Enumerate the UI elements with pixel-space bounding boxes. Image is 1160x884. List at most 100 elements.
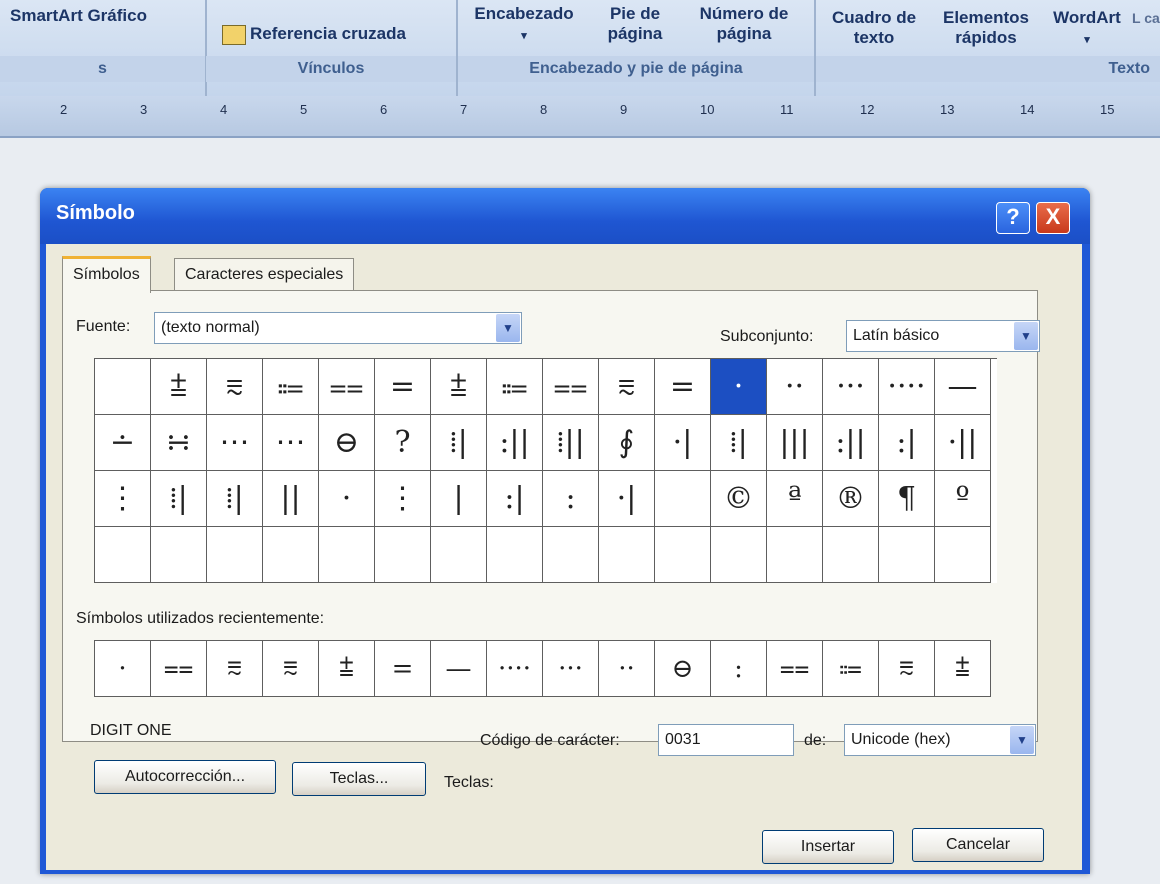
symbol-cell[interactable]: ⁞|: [207, 471, 263, 527]
character-code-input[interactable]: 0031: [658, 724, 794, 756]
symbol-cell[interactable]: ⩲: [431, 359, 487, 415]
symbol-cell[interactable]: :||: [487, 415, 543, 471]
recent-symbol-cell[interactable]: —: [431, 641, 487, 697]
symbol-cell[interactable]: ⋮: [95, 471, 151, 527]
symbol-cell[interactable]: ⋮: [375, 471, 431, 527]
symbol-cell[interactable]: [151, 527, 207, 583]
symbol-cell[interactable]: ⩳: [599, 359, 655, 415]
font-select[interactable]: (texto normal) ▼: [154, 312, 522, 344]
symbol-cell[interactable]: ⁞|: [151, 471, 207, 527]
symbol-cell[interactable]: [487, 527, 543, 583]
recent-symbol-cell[interactable]: ⩲: [319, 641, 375, 697]
recent-symbol-cell[interactable]: ··: [599, 641, 655, 697]
recent-symbol-cell[interactable]: ⩳: [263, 641, 319, 697]
symbol-cell[interactable]: º: [935, 471, 991, 527]
recent-symbol-cell[interactable]: ⩵: [767, 641, 823, 697]
recent-symbol-cell[interactable]: ⩲: [935, 641, 991, 697]
subset-select[interactable]: Latín básico ▼: [846, 320, 1040, 352]
textbox-button[interactable]: Cuadro de texto: [824, 8, 924, 48]
dropcap-button[interactable]: L cap: [1132, 8, 1160, 28]
smartart-button[interactable]: SmartArt Gráfico: [10, 6, 147, 26]
symbol-cell[interactable]: [767, 527, 823, 583]
symbol-cell[interactable]: ⊖: [319, 415, 375, 471]
symbol-cell[interactable]: ⩵: [543, 359, 599, 415]
symbol-cell[interactable]: |: [431, 471, 487, 527]
symbol-cell[interactable]: ⋯: [263, 415, 319, 471]
recent-symbol-cell[interactable]: ⩴: [823, 641, 879, 697]
symbol-cell[interactable]: [543, 527, 599, 583]
symbol-cell[interactable]: ?: [375, 415, 431, 471]
symbol-cell[interactable]: ⩴: [263, 359, 319, 415]
recent-symbol-cell[interactable]: ⊖: [655, 641, 711, 697]
symbol-cell[interactable]: ···: [823, 359, 879, 415]
symbol-cell[interactable]: ¶: [879, 471, 935, 527]
symbol-cell[interactable]: [95, 359, 151, 415]
footer-button[interactable]: Pie de página: [590, 4, 680, 44]
cancel-button[interactable]: Cancelar: [912, 828, 1044, 862]
symbol-cell[interactable]: ª: [767, 471, 823, 527]
help-button[interactable]: ?: [996, 202, 1030, 234]
from-select[interactable]: Unicode (hex) ▼: [844, 724, 1036, 756]
dialog-titlebar[interactable]: Símbolo ? X: [40, 188, 1090, 244]
recent-symbol-cell[interactable]: ⩳: [879, 641, 935, 697]
symbol-cell[interactable]: ⩴: [487, 359, 543, 415]
recent-symbol-cell[interactable]: ···: [543, 641, 599, 697]
symbol-cell[interactable]: =: [655, 359, 711, 415]
horizontal-ruler[interactable]: 2 3 4 5 6 7 8 9 10 11 12 13 14 15: [0, 96, 1160, 138]
symbol-cell[interactable]: ⩵: [319, 359, 375, 415]
symbol-cell[interactable]: :|: [879, 415, 935, 471]
symbol-cell[interactable]: ·|: [655, 415, 711, 471]
symbol-cell[interactable]: ··: [767, 359, 823, 415]
shortcut-keys-button[interactable]: Teclas...: [292, 762, 426, 796]
symbol-cell[interactable]: ⩲: [151, 359, 207, 415]
symbol-cell-selected[interactable]: ·: [711, 359, 767, 415]
symbol-cell[interactable]: ∮: [599, 415, 655, 471]
recent-symbol-cell[interactable]: ····: [487, 641, 543, 697]
subset-select-chevron-down-icon[interactable]: ▼: [1014, 322, 1038, 350]
tab-special-characters[interactable]: Caracteres especiales: [174, 258, 355, 291]
symbol-cell[interactable]: [599, 527, 655, 583]
symbol-cell[interactable]: ⁞|: [711, 415, 767, 471]
header-button[interactable]: Encabezado ▾: [468, 4, 580, 46]
symbol-cell[interactable]: [711, 527, 767, 583]
symbol-cell[interactable]: ∺: [151, 415, 207, 471]
symbol-cell[interactable]: [879, 527, 935, 583]
symbol-cell[interactable]: :: [543, 471, 599, 527]
symbol-cell[interactable]: ·|: [599, 471, 655, 527]
symbol-cell[interactable]: [95, 527, 151, 583]
symbol-cell[interactable]: |||: [767, 415, 823, 471]
font-select-chevron-down-icon[interactable]: ▼: [496, 314, 520, 342]
symbol-cell[interactable]: ····: [879, 359, 935, 415]
symbol-cell[interactable]: ||: [263, 471, 319, 527]
recent-symbol-cell[interactable]: =: [375, 641, 431, 697]
autocorrect-button[interactable]: Autocorrección...: [94, 760, 276, 794]
symbol-cell[interactable]: ⋯: [207, 415, 263, 471]
cross-reference-button[interactable]: Referencia cruzada: [222, 24, 406, 45]
wordart-button[interactable]: WordArt ▾: [1046, 8, 1128, 50]
symbol-cell[interactable]: :|: [487, 471, 543, 527]
symbol-cell[interactable]: [375, 527, 431, 583]
symbol-cell[interactable]: ⩳: [207, 359, 263, 415]
recent-symbol-cell[interactable]: ·: [95, 641, 151, 697]
symbol-cell[interactable]: [935, 527, 991, 583]
symbol-cell[interactable]: ©: [711, 471, 767, 527]
symbol-cell[interactable]: ⁞||: [543, 415, 599, 471]
recent-symbol-cell[interactable]: ⩵: [151, 641, 207, 697]
insert-button[interactable]: Insertar: [762, 830, 894, 864]
symbol-cell[interactable]: ∸: [95, 415, 151, 471]
symbol-cell[interactable]: ⁞|: [431, 415, 487, 471]
page-number-button[interactable]: Número de página: [684, 4, 804, 44]
symbol-cell[interactable]: [655, 527, 711, 583]
symbol-cell[interactable]: :||: [823, 415, 879, 471]
symbol-cell[interactable]: [823, 527, 879, 583]
recent-symbol-cell[interactable]: :: [711, 641, 767, 697]
recent-symbol-cell[interactable]: ⩳: [207, 641, 263, 697]
close-button[interactable]: X: [1036, 202, 1070, 234]
symbol-cell[interactable]: ·||: [935, 415, 991, 471]
from-select-chevron-down-icon[interactable]: ▼: [1010, 726, 1034, 754]
symbol-cell[interactable]: [263, 527, 319, 583]
symbol-cell[interactable]: ·: [319, 471, 375, 527]
symbol-cell[interactable]: [655, 471, 711, 527]
symbol-cell[interactable]: [431, 527, 487, 583]
symbol-cell[interactable]: [319, 527, 375, 583]
